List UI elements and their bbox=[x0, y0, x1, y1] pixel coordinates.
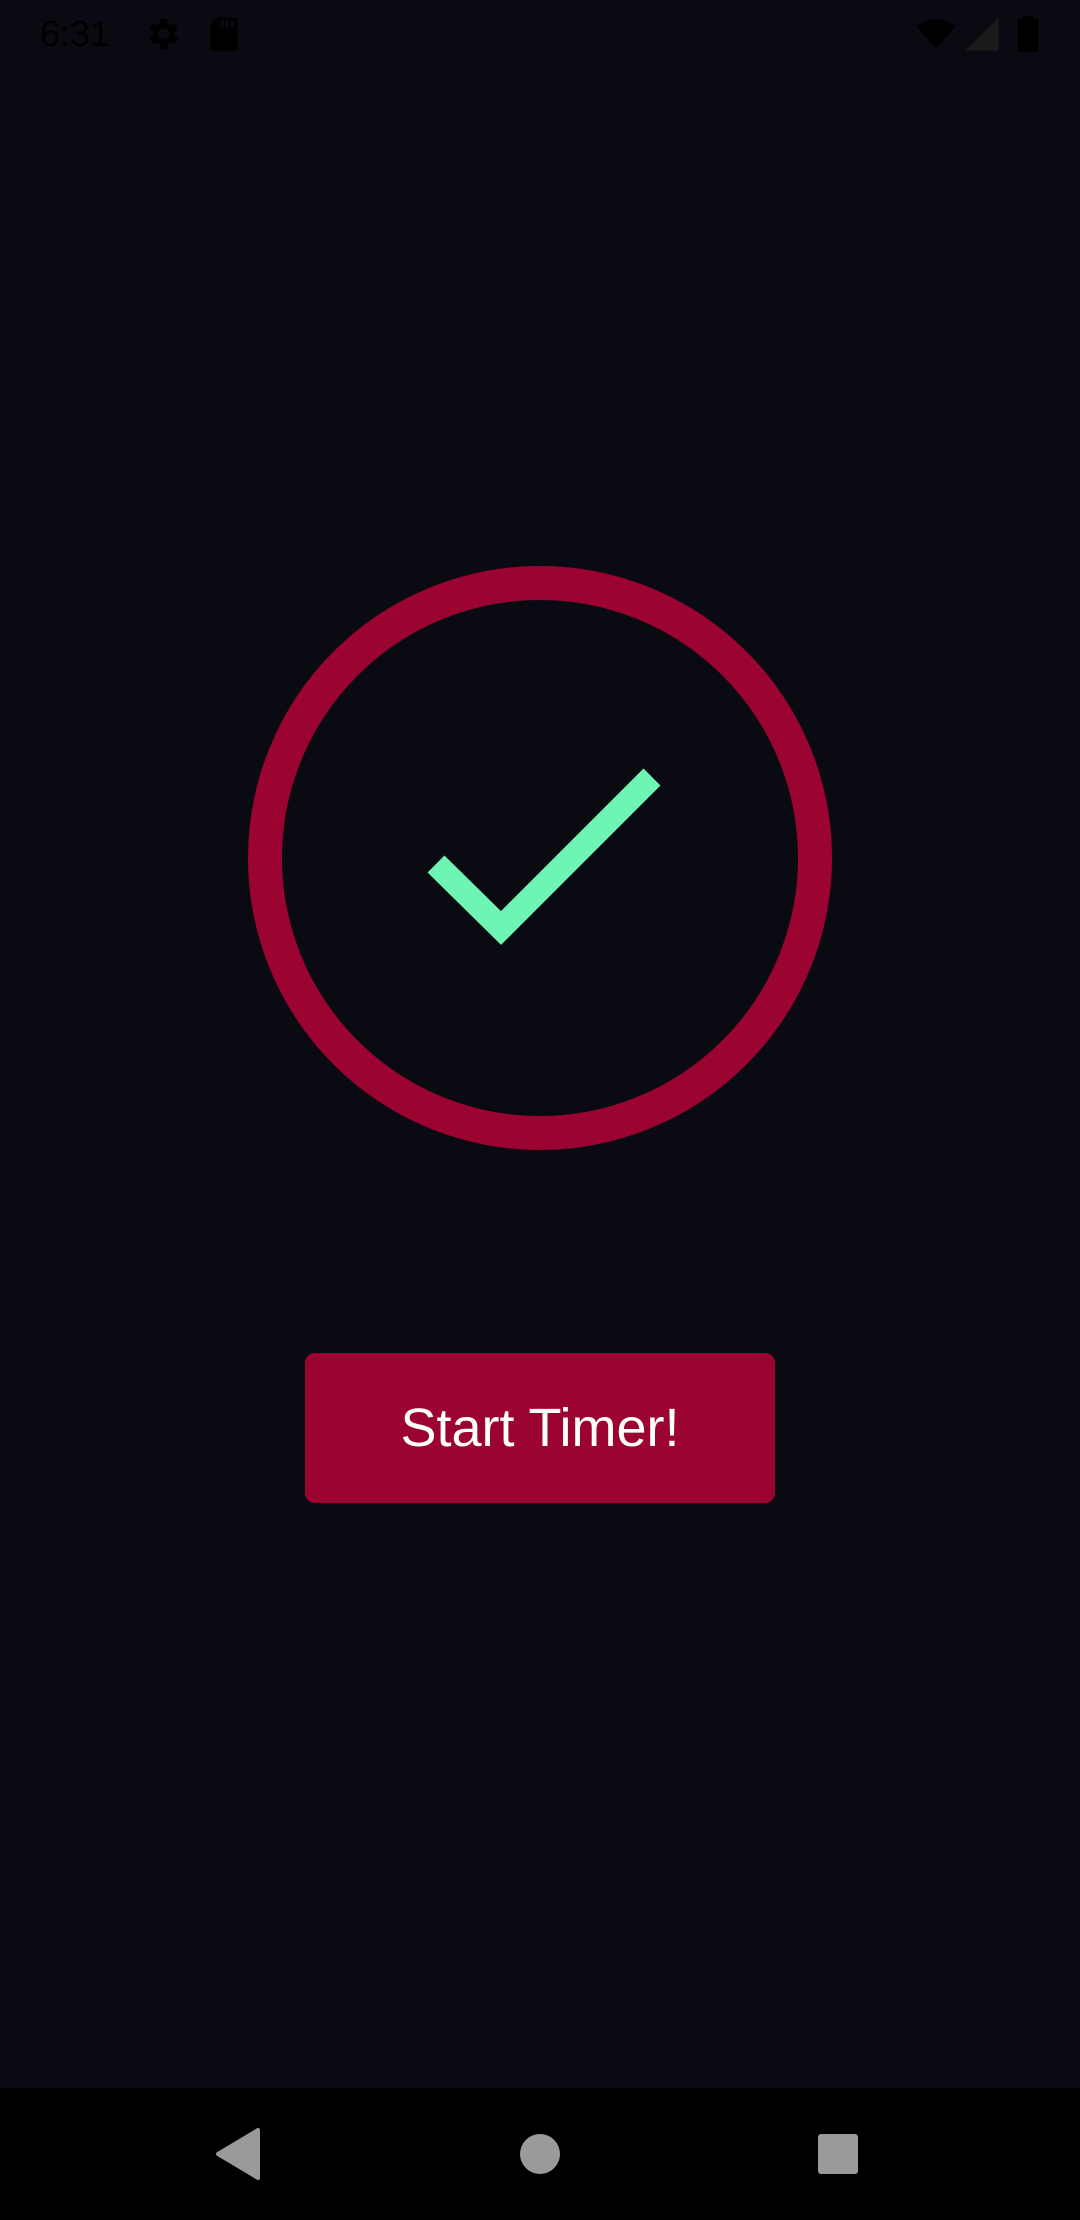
start-timer-button[interactable]: Start Timer! bbox=[305, 1353, 775, 1503]
home-icon[interactable] bbox=[498, 2112, 582, 2196]
sd-card-icon bbox=[204, 14, 244, 54]
gear-icon bbox=[142, 14, 182, 54]
checkmark-icon bbox=[427, 768, 661, 945]
wifi-icon bbox=[914, 14, 958, 54]
battery-icon bbox=[1012, 14, 1044, 54]
navigation-bar bbox=[0, 2088, 1080, 2220]
recents-icon[interactable] bbox=[796, 2112, 880, 2196]
ring-circle bbox=[248, 566, 832, 1150]
signal-icon bbox=[962, 14, 1002, 54]
status-ring bbox=[248, 566, 832, 1150]
back-icon[interactable] bbox=[198, 2112, 282, 2196]
app-screen: 6:31 Start Timer! bbox=[0, 0, 1080, 2220]
status-time: 6:31 bbox=[40, 13, 111, 54]
status-bar: 6:31 bbox=[0, 0, 1080, 66]
